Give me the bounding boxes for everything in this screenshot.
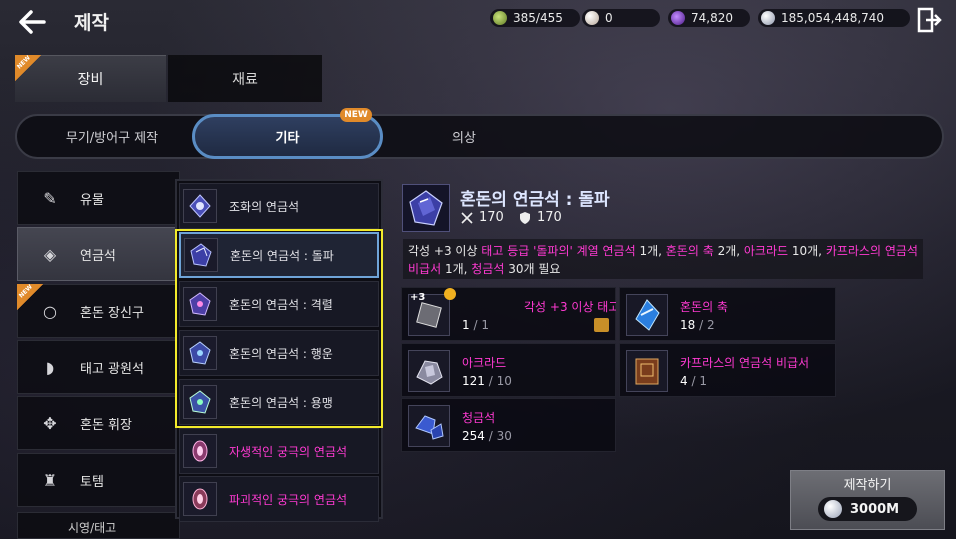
material-name: 혼돈의 축 — [680, 300, 728, 314]
silver-coin-icon — [761, 11, 775, 25]
relic-icon: ✎ — [43, 188, 57, 208]
sidebar-item-primal-light-stone[interactable]: ◗ 태고 광원석 — [17, 340, 180, 394]
selected-item-icon — [402, 184, 450, 232]
subtab-weapons-armor[interactable]: 무기/방어구 제작 — [32, 114, 192, 159]
recipe-item-harmony[interactable]: 조화의 연금석 — [179, 183, 379, 229]
material-name: 청금석 — [462, 411, 496, 425]
item-title: 혼돈의 연금석 : 돌파 — [460, 190, 610, 210]
craft-cost-value: 3000M — [850, 501, 900, 517]
attack-value: 170 — [479, 210, 504, 225]
acrad-ore-icon — [408, 350, 450, 392]
swap-icon[interactable] — [594, 318, 609, 332]
sidebar-item-label: 혼돈 장신구 — [80, 305, 144, 321]
chaos-axis-icon — [626, 294, 668, 336]
exit-icon[interactable] — [916, 6, 942, 34]
selection-highlight-box — [175, 229, 383, 428]
recipe-label: 자생적인 궁극의 연금석 — [229, 444, 348, 459]
requirement-description: 각성 +3 이상 태고 등급 '돌파의' 계열 연금석 1개, 혼돈의 축 2개… — [403, 239, 923, 279]
sidebar-item-label: 유물 — [80, 192, 104, 208]
material-count: 18 / 2 — [680, 318, 715, 332]
recipe-item-ultimate-destruct[interactable]: 파괴적인 궁극의 연금석 — [179, 476, 379, 522]
purple-crystal-value: 74,820 — [691, 11, 733, 25]
spellbook-icon — [626, 350, 668, 392]
material-slot[interactable]: 카프라스의 연금석 비급서 4 / 1 — [619, 343, 836, 397]
attack-stat: 170 — [460, 210, 504, 225]
sidebar-item-label: 혼돈 휘장 — [80, 417, 132, 433]
material-count: 1 / 1 — [462, 318, 489, 332]
material-name: 각성 +3 이상 태고 — [524, 300, 616, 314]
sidebar-item-label: 토템 — [80, 474, 104, 490]
silver-value: 185,054,448,740 — [781, 11, 885, 25]
alchemy-stone-icon — [183, 189, 217, 223]
recipe-item-ultimate-regen[interactable]: 자생적인 궁극의 연금석 — [179, 428, 379, 474]
sidebar-item-chaos-emblem[interactable]: ✥ 혼돈 휘장 — [17, 396, 180, 450]
emblem-icon: ✥ — [43, 413, 57, 433]
material-slot[interactable]: 아크라드 121 / 10 — [401, 343, 616, 397]
energy-icon — [493, 11, 507, 25]
defense-value: 170 — [537, 210, 562, 225]
recipe-label: 조화의 연금석 — [229, 199, 300, 214]
sidebar-item-label: 연금석 — [80, 248, 116, 264]
totem-icon: ♜ — [42, 470, 58, 490]
lapis-lazuli-icon — [408, 405, 450, 447]
new-badge: NEW — [340, 108, 372, 122]
energy-value: 385/455 — [513, 11, 563, 25]
material-slot[interactable]: 청금석 254 / 30 — [401, 398, 616, 452]
back-arrow-icon[interactable] — [14, 6, 50, 38]
alchemy-stone-icon: ◈ — [43, 244, 57, 264]
ultimate-stone-icon — [183, 482, 217, 516]
material-slot[interactable]: +3 각성 +3 이상 태고 1 / 1 — [401, 287, 616, 341]
new-corner-badge: NEW — [15, 54, 41, 81]
necklace-icon: ○ — [43, 301, 57, 321]
material-count: 4 / 1 — [680, 374, 707, 388]
subtab-outfit[interactable]: 의상 — [384, 114, 544, 159]
crescent-icon: ◗ — [45, 357, 55, 377]
energy-resource: 385/455 — [490, 9, 580, 27]
ultimate-stone-icon — [183, 434, 217, 468]
material-count: 121 / 10 — [462, 374, 512, 388]
pearl-icon — [585, 11, 599, 25]
material-count: 254 / 30 — [462, 429, 512, 443]
sidebar-item-totem[interactable]: ♜ 토템 — [17, 453, 180, 507]
defense-stat: 170 — [518, 210, 562, 225]
new-corner-badge: NEW — [17, 283, 43, 310]
purple-crystal-resource: 74,820 — [668, 9, 750, 27]
warning-dot-icon — [444, 288, 456, 300]
craft-button-label: 제작하기 — [843, 478, 892, 493]
material-slot[interactable]: 혼돈의 축 18 / 2 — [619, 287, 836, 341]
silver-coin-icon — [824, 500, 842, 518]
material-name: 아크라드 — [462, 356, 507, 370]
awakening-level-badge: +3 — [410, 292, 426, 303]
silver-resource: 185,054,448,740 — [758, 9, 910, 27]
sidebar-item-alchemy-stone[interactable]: ◈ 연금석 — [17, 227, 180, 281]
sidebar-item-cut-off[interactable]: 시영/태고 — [17, 512, 180, 539]
page-title: 제작 — [74, 12, 109, 34]
craft-cost: 3000M — [818, 497, 917, 521]
purple-crystal-icon — [671, 11, 685, 25]
crossed-swords-icon — [461, 211, 473, 224]
pearl-resource: 0 — [582, 9, 660, 27]
sidebar-item-label: 태고 광원석 — [80, 361, 144, 377]
material-name: 카프라스의 연금석 비급서 — [680, 356, 810, 370]
recipe-label: 파괴적인 궁극의 연금석 — [229, 492, 348, 507]
shield-icon — [520, 211, 530, 224]
sidebar-item-relic[interactable]: ✎ 유물 — [17, 171, 180, 225]
tab-materials[interactable]: 재료 — [168, 55, 322, 102]
pearl-value: 0 — [605, 11, 613, 25]
